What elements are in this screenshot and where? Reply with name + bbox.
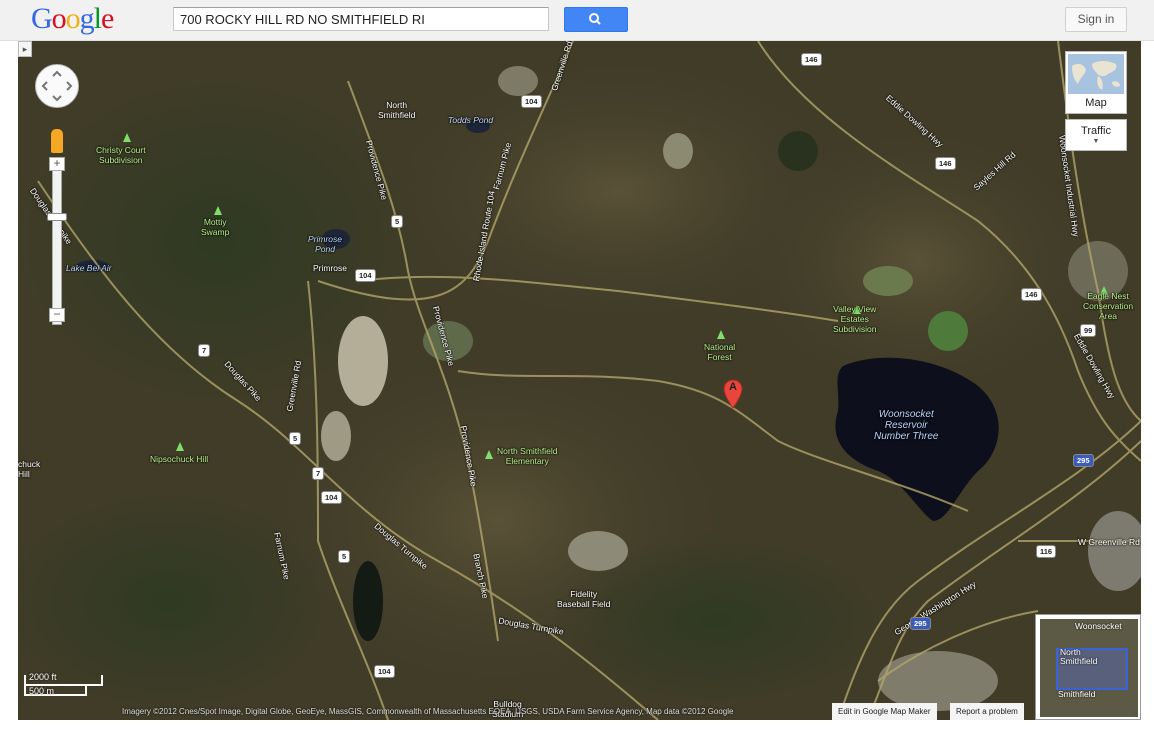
label-ns-elementary: North Smithfield Elementary: [497, 446, 558, 466]
park-icon: [176, 442, 184, 451]
location-marker[interactable]: A: [723, 379, 743, 409]
map-type-label: Map: [1085, 97, 1107, 109]
label-fidelity-field: Fidelity Baseball Field: [557, 589, 611, 609]
traffic-button[interactable]: Traffic ▼: [1065, 119, 1127, 151]
park-icon: [123, 133, 131, 142]
label-todds-pond: Todds Pond: [448, 115, 494, 125]
collapse-overview-icon[interactable]: ↘: [1130, 707, 1138, 718]
pan-arrows-icon: [41, 70, 73, 102]
route-shield: 7: [198, 344, 211, 357]
logo-letter: o: [65, 2, 81, 35]
route-shield: 104: [521, 95, 542, 108]
park-icon: [717, 330, 725, 339]
zoom-slider-knob[interactable]: [47, 213, 67, 221]
route-shield: 99: [1080, 324, 1097, 337]
map-attribution: Imagery ©2012 Cnes/Spot Image, Digital G…: [122, 707, 734, 716]
logo-letter: l: [93, 2, 102, 35]
route-shield: 5: [289, 432, 302, 445]
zoom-out-button[interactable]: −: [49, 308, 65, 322]
top-bar: Google Sign in: [0, 0, 1154, 41]
route-shield: 104: [355, 269, 376, 282]
label-mottiy-swamp: Mottiy Swamp: [201, 217, 230, 237]
label-chuck-hill: chuck Hill: [18, 459, 41, 479]
overview-label-smithfield: Smithfield: [1058, 689, 1096, 699]
label-primrose-pond: Primrose Pond: [308, 234, 343, 254]
label-eagle-nest: Eagle Nest Conservation Area: [1083, 291, 1134, 321]
edit-map-maker-link[interactable]: Edit in Google Map Maker: [832, 703, 937, 720]
road-w-greenville-rd: W Greenville Rd: [1078, 537, 1140, 547]
pan-control[interactable]: [35, 64, 79, 108]
dropdown-arrow-icon: ▼: [1092, 138, 1100, 145]
label-valley-view: Valley View Estates Subdivision: [833, 304, 877, 334]
map-canvas[interactable]: North Smithfield Todds Pond Christy Cour…: [18, 41, 1141, 720]
label-christy-court: Christy Court Subdivision: [96, 145, 146, 165]
search-button[interactable]: [564, 7, 628, 32]
world-map-thumbnail: [1068, 54, 1124, 94]
scale-bar: 2000 ft 500 m: [24, 672, 104, 702]
scale-metric: 500 m: [29, 686, 55, 696]
magnifier-icon: [589, 13, 601, 25]
overview-label-woonsocket: Woonsocket: [1075, 621, 1122, 631]
label-north-smithfield: North Smithfield: [378, 100, 416, 120]
route-shield: 104: [374, 665, 395, 678]
satellite-imagery: [18, 41, 1141, 720]
interstate-shield: 295: [910, 617, 931, 630]
overview-label-north-smithfield: North Smithfield: [1060, 647, 1098, 666]
zoom-slider-track[interactable]: [52, 157, 62, 325]
label-nipsochuck-hill: Nipsochuck Hill: [150, 454, 209, 464]
logo-letter: g: [79, 2, 95, 35]
label-national-forest: National Forest: [704, 342, 736, 362]
overview-map[interactable]: Woonsocket North Smithfield Smithfield ↘: [1035, 614, 1141, 720]
park-icon: [214, 206, 222, 215]
route-shield: 5: [338, 550, 351, 563]
school-icon: [485, 450, 493, 459]
marker-letter: A: [729, 381, 737, 393]
route-shield: 5: [391, 215, 404, 228]
route-shield: 7: [312, 467, 325, 480]
logo-letter: o: [51, 2, 67, 35]
zoom-in-button[interactable]: +: [49, 157, 65, 171]
overview-imagery: Woonsocket North Smithfield Smithfield: [1040, 619, 1138, 717]
logo-letter: G: [31, 2, 53, 35]
logo-letter: e: [101, 2, 114, 35]
label-primrose: Primrose: [313, 263, 348, 273]
interstate-shield: 295: [1073, 454, 1094, 467]
pegman-icon[interactable]: [51, 129, 63, 153]
route-shield: 146: [935, 157, 956, 170]
map-type-button[interactable]: Map: [1065, 51, 1127, 114]
route-shield: 116: [1036, 545, 1057, 558]
google-logo[interactable]: Google: [31, 2, 114, 36]
label-woonsocket-reservoir: Woonsocket Reservoir Number Three: [874, 409, 939, 442]
panel-toggle-button[interactable]: ▸: [18, 41, 32, 57]
route-shield: 104: [321, 491, 342, 504]
sign-in-button[interactable]: Sign in: [1065, 7, 1127, 32]
report-problem-link[interactable]: Report a problem: [950, 703, 1024, 720]
route-shield: 146: [801, 53, 822, 66]
left-strip: [0, 41, 18, 739]
label-lake-bel-air: Lake Bel Air: [66, 263, 112, 273]
traffic-label: Traffic: [1081, 125, 1111, 137]
route-shield: 146: [1021, 288, 1042, 301]
search-input[interactable]: [173, 7, 549, 31]
scale-imperial: 2000 ft: [29, 672, 57, 682]
